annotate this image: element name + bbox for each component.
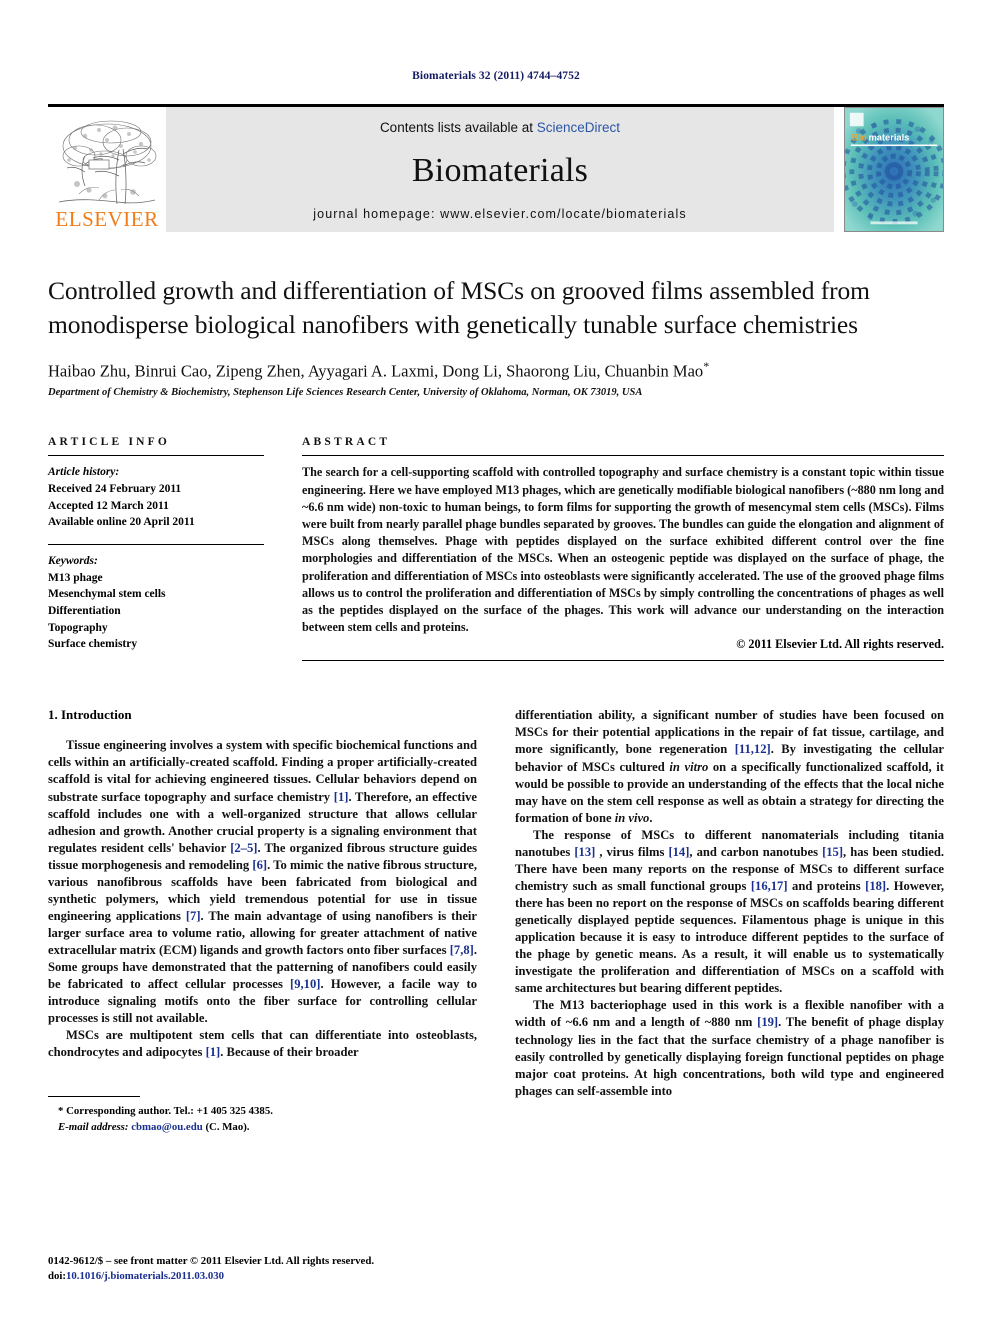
info-divider-top <box>48 455 264 457</box>
email-note: E-mail address: cbmao@ou.edu (C. Mao). <box>48 1119 477 1135</box>
author-names: Haibao Zhu, Binrui Cao, Zipeng Zhen, Ayy… <box>48 361 704 381</box>
body-paragraph: Tissue engineering involves a system wit… <box>48 738 478 1026</box>
italic-term: in vitro <box>669 759 709 774</box>
left-column-paragraphs: Tissue engineering involves a system wit… <box>48 737 477 1061</box>
svg-text:materials: materials <box>869 133 910 143</box>
abstract-copyright: © 2011 Elsevier Ltd. All rights reserved… <box>736 637 944 652</box>
running-head: Biomaterials 32 (2011) 4744–4752 <box>412 70 580 82</box>
citation-link[interactable]: [2–5] <box>230 841 257 855</box>
footnote-block: * Corresponding author. Tel.: +1 405 325… <box>48 1095 477 1135</box>
doi-prefix: doi: <box>48 1270 66 1283</box>
body-paragraph: differentiation ability, a significant n… <box>515 708 944 825</box>
citation-link[interactable]: [18] <box>865 879 886 893</box>
citation-link[interactable]: [14] <box>668 845 689 859</box>
section-title-introduction: 1. Introduction <box>48 707 132 723</box>
citation-link[interactable]: [11,12] <box>735 742 771 756</box>
body-columns: 1. Introduction Tissue engineering invol… <box>48 707 944 1135</box>
citation-link[interactable]: [7,8] <box>450 943 474 957</box>
corresponding-marker: * <box>703 358 710 373</box>
citation-link[interactable]: [6] <box>252 858 267 872</box>
keyword-item: Mesenchymal stem cells <box>48 588 166 601</box>
citation-link[interactable]: [1] <box>206 1045 221 1059</box>
contents-available-line: Contents lists available at ScienceDirec… <box>380 120 620 135</box>
keyword-item: M13 phage <box>48 571 103 584</box>
page-title: Controlled growth and differentiation of… <box>48 276 870 339</box>
article-info-heading: ARTICLE INFO <box>48 436 171 449</box>
right-column-paragraphs: differentiation ability, a significant n… <box>515 707 944 1099</box>
body-paragraph: The M13 bacteriophage used in this work … <box>515 998 944 1098</box>
body-column-left: 1. Introduction Tissue engineering invol… <box>48 707 477 1135</box>
journal-masthead: ELSEVIER Contents lists available at Sci… <box>48 107 944 232</box>
keywords-label: Keywords: <box>48 555 98 567</box>
doi-line: doi:10.1016/j.biomaterials.2011.03.030 <box>48 1269 374 1285</box>
abstract-text: The search for a cell-supporting scaffol… <box>302 465 944 635</box>
citation-link[interactable]: [16,17] <box>751 879 788 893</box>
citation-link[interactable]: [13] <box>574 845 595 859</box>
citation-link[interactable]: [19] <box>757 1015 778 1029</box>
body-column-right: differentiation ability, a significant n… <box>515 707 944 1135</box>
article-history-label: Article history: <box>48 466 120 479</box>
elsevier-tree-icon <box>55 116 159 208</box>
body-paragraph: MSCs are multipotent stem cells that can… <box>48 1028 477 1060</box>
abstract-divider-top <box>302 455 944 457</box>
keyword-item: Surface chemistry <box>48 638 138 651</box>
svg-text:Bio: Bio <box>852 133 867 143</box>
email-owner: (C. Mao). <box>205 1120 250 1133</box>
citation-link[interactable]: [7] <box>186 909 201 923</box>
info-divider-mid <box>48 544 264 545</box>
cover-artwork: Bio materials <box>845 108 943 231</box>
front-matter-line: 0142-9612/$ – see front matter © 2011 El… <box>48 1254 375 1267</box>
body-paragraph: The response of MSCs to different nanoma… <box>515 827 945 996</box>
keyword-item: Differentiation <box>48 605 121 618</box>
affiliation: Department of Chemistry & Biochemistry, … <box>48 387 643 399</box>
page-footer: 0142-9612/$ – see front matter © 2011 El… <box>48 1254 374 1285</box>
info-and-abstract: ARTICLE INFO Article history: Received 2… <box>48 436 944 662</box>
history-accepted: Accepted 12 March 2011 <box>48 499 169 512</box>
abstract-heading: ABSTRACT <box>302 436 391 449</box>
citation-link[interactable]: [1] <box>334 790 349 804</box>
abstract-divider-bottom <box>302 660 944 662</box>
article-info-column: ARTICLE INFO Article history: Received 2… <box>48 436 286 661</box>
sciencedirect-link[interactable]: ScienceDirect <box>537 120 620 135</box>
footnote-rule <box>48 1095 140 1097</box>
italic-term: in vivo <box>614 810 650 825</box>
title-block: Controlled growth and differentiation of… <box>48 274 944 398</box>
history-received: Received 24 February 2011 <box>48 482 182 495</box>
corresponding-author-note: * Corresponding author. Tel.: +1 405 325… <box>58 1104 273 1117</box>
journal-banner: Contents lists available at ScienceDirec… <box>166 107 834 232</box>
journal-title: Biomaterials <box>411 152 589 189</box>
contents-prefix: Contents lists available at <box>379 120 537 135</box>
history-available-online: Available online 20 April 2011 <box>48 516 195 529</box>
journal-cover-thumbnail[interactable]: Bio materials <box>844 107 944 232</box>
article-first-page: Biomaterials 32 (2011) 4744–4752 ELSEVIE… <box>0 0 992 1323</box>
journal-homepage-line[interactable]: journal homepage: www.elsevier.com/locat… <box>313 207 686 221</box>
doi-link[interactable]: 10.1016/j.biomaterials.2011.03.030 <box>66 1270 224 1282</box>
keyword-item: Topography <box>48 621 108 634</box>
email-link[interactable]: cbmao@ou.edu <box>131 1121 203 1133</box>
abstract-column: ABSTRACT The search for a cell-supportin… <box>286 436 944 662</box>
citation-link[interactable]: [15] <box>822 845 843 859</box>
elsevier-wordmark: ELSEVIER <box>55 207 159 231</box>
elsevier-logo: ELSEVIER <box>48 107 166 232</box>
citation-link[interactable]: [9,10] <box>290 977 320 991</box>
email-label: E-mail address: <box>58 1120 129 1133</box>
author-list: Haibao Zhu, Binrui Cao, Zipeng Zhen, Ayy… <box>48 359 944 382</box>
